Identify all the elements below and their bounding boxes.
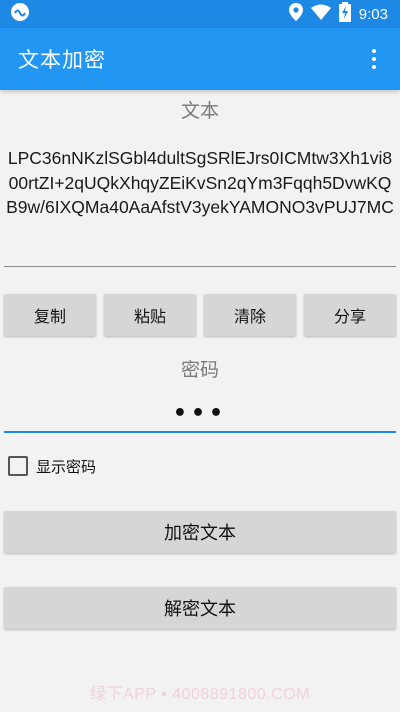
show-password-row[interactable]: 显示密码 (8, 454, 96, 478)
share-button[interactable]: 分享 (304, 294, 396, 336)
copy-button[interactable]: 复制 (4, 294, 96, 336)
action-button-row: 复制 粘贴 清除 分享 (4, 294, 396, 336)
password-label: 密码 (180, 359, 219, 381)
password-field-underline (4, 431, 396, 433)
paste-button[interactable]: 粘贴 (104, 294, 196, 336)
status-time: 9:03 (358, 5, 388, 23)
app-title: 文本加密 (18, 48, 106, 72)
battery-charging-icon (338, 2, 351, 26)
status-right: 9:03 (288, 2, 388, 26)
clear-button[interactable]: 清除 (204, 294, 296, 336)
location-icon (288, 3, 303, 25)
app-notification-icon (10, 2, 30, 26)
text-label: 文本 (180, 100, 219, 122)
app-bar: 文本加密 (0, 28, 400, 90)
password-field[interactable]: ••• (4, 394, 396, 434)
more-vert-icon[interactable] (364, 44, 384, 74)
text-input-underline (4, 266, 396, 267)
status-bar: 9:03 (0, 0, 400, 28)
show-password-checkbox[interactable] (8, 456, 28, 476)
text-input[interactable]: LPC36nNKzlSGbl4dultSgSRlEJrs0ICMtw3Xh1vi… (4, 144, 396, 268)
watermark: 绿下APP • 4008891800.COM (90, 686, 310, 703)
status-left (10, 2, 30, 26)
decrypt-button[interactable]: 解密文本 (4, 587, 396, 629)
show-password-label: 显示密码 (36, 457, 97, 476)
wifi-icon (310, 4, 331, 24)
encrypt-button[interactable]: 加密文本 (4, 511, 396, 553)
